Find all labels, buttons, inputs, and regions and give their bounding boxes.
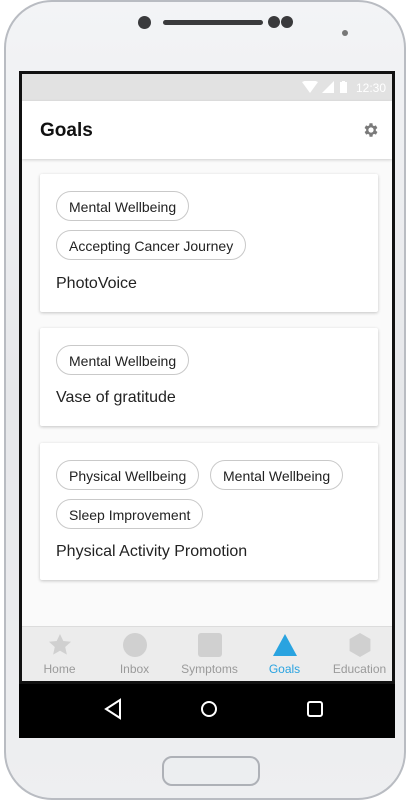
recents-icon[interactable] [305, 698, 325, 720]
tag-chip[interactable]: Physical Wellbeing [56, 460, 200, 490]
goal-card[interactable]: Physical Wellbeing Mental Wellbeing Slee… [40, 443, 378, 580]
goal-title: Physical Activity Promotion [56, 543, 248, 560]
tag-chip[interactable]: Sleep Improvement [56, 499, 204, 529]
goals-list: Mental Wellbeing Accepting Cancer Journe… [22, 159, 392, 627]
nav-label: Symptoms [181, 662, 238, 676]
nav-label: Education [332, 662, 387, 676]
bottom-navigation: Home Inbox Symptoms Goals Education [22, 626, 392, 681]
tag-chip[interactable]: Mental Wellbeing [56, 191, 190, 221]
phone-top-sensors [6, 2, 404, 74]
tag-chip[interactable]: Mental Wellbeing [210, 460, 344, 490]
nav-label: Goals [268, 662, 301, 676]
square-icon [198, 633, 222, 657]
sensor-dot-1 [268, 16, 280, 28]
star-icon [49, 634, 71, 655]
nav-item-symptoms[interactable]: Symptoms [172, 627, 247, 681]
goal-card[interactable]: Mental Wellbeing Vase of gratitude [40, 328, 378, 426]
status-bar: 12:30 [22, 74, 392, 101]
system-navigation-bar [19, 684, 395, 738]
nav-item-education[interactable]: Education [322, 627, 392, 681]
speaker-grille [163, 20, 263, 25]
nav-item-inbox[interactable]: Inbox [97, 627, 172, 681]
tag-chip[interactable]: Mental Wellbeing [56, 345, 190, 375]
hexagon-icon [349, 633, 371, 657]
nav-label: Inbox [119, 662, 150, 676]
nav-item-goals[interactable]: Goals [247, 627, 322, 681]
back-icon[interactable] [103, 698, 123, 720]
page-title: Goals [40, 120, 93, 141]
goal-title: Vase of gratitude [56, 389, 176, 406]
phone-screen: 12:30 Goals Mental Wellbeing Accepting C… [19, 71, 395, 684]
wifi-icon [302, 81, 318, 93]
goal-card[interactable]: Mental Wellbeing Accepting Cancer Journe… [40, 174, 378, 312]
nav-item-home[interactable]: Home [22, 627, 97, 681]
nav-label: Home [43, 662, 76, 676]
hardware-home-button[interactable] [162, 756, 260, 786]
gear-icon[interactable] [362, 121, 380, 139]
circle-icon [123, 633, 147, 657]
goal-title: PhotoVoice [56, 275, 137, 292]
triangle-icon [273, 634, 297, 656]
sensor-dot-2 [281, 16, 293, 28]
sensor-dot-3 [342, 30, 348, 36]
status-time: 12:30 [355, 81, 386, 95]
signal-icon [322, 81, 334, 93]
battery-icon [340, 81, 347, 93]
app-bar: Goals [22, 101, 392, 159]
tag-chip[interactable]: Accepting Cancer Journey [56, 230, 247, 260]
front-camera [138, 16, 151, 29]
home-icon[interactable] [199, 698, 219, 720]
